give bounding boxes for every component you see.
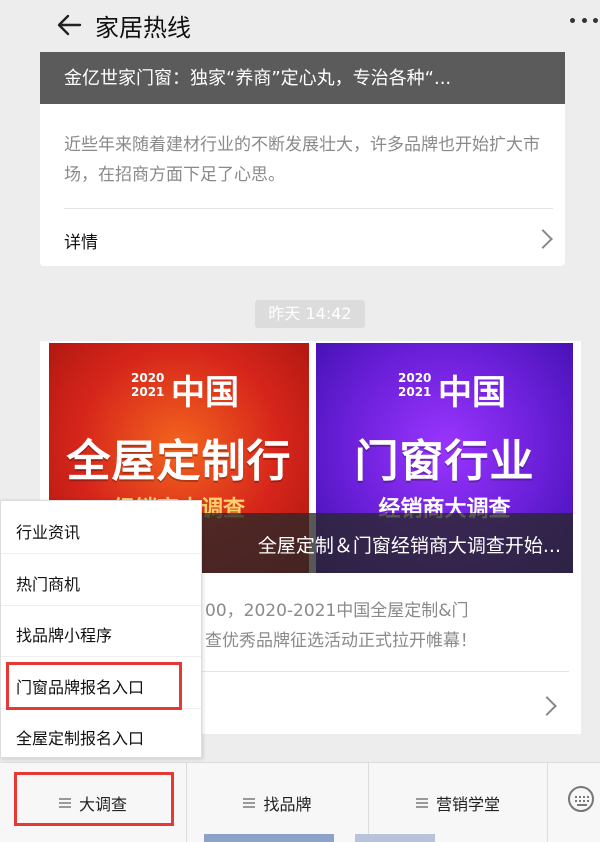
tab-label: 营销学堂 [435, 795, 500, 814]
article-card[interactable]: 金亿世家门窗：独家“养商”定心丸，专治各种“... 近些年来随着建材行业的不断发… [40, 52, 565, 266]
article-description: 近些年来随着建材行业的不断发展壮大，许多品牌也开始扩大市场，在招商方面下足了心思… [64, 135, 540, 185]
menu-item-custom-furniture-signup[interactable]: 全屋定制报名入口 [16, 725, 144, 749]
article-banner[interactable]: 金亿世家门窗：独家“养商”定心丸，专治各种“... [40, 52, 565, 104]
article-banner-title: 金亿世家门窗：独家“养商”定心丸，专治各种“... [64, 68, 452, 89]
page-title: 家居热线 [95, 14, 191, 42]
menu-item-industry-news[interactable]: 行业资讯 [16, 519, 80, 543]
tab-marketing-school[interactable]: 营销学堂 [369, 763, 547, 842]
divider [1, 553, 201, 554]
tab-find-brand[interactable]: 找品牌 [187, 763, 368, 842]
tab-label: 找品牌 [263, 795, 312, 814]
divider [547, 763, 548, 842]
poster-year-bottom: 2021 [131, 385, 165, 399]
menu-item-hot-opportunities[interactable]: 热门商机 [16, 571, 80, 595]
article-description: 00，2020-2021中国全屋定制&门 查优秀品牌征选活动正式拉开帷幕！ [205, 596, 575, 656]
poster-year-top: 2020 [398, 371, 432, 385]
poster-country: 中国 [171, 373, 239, 413]
poster-country: 中国 [438, 373, 506, 413]
poster-year-top: 2020 [131, 371, 165, 385]
chevron-right-icon [533, 229, 553, 249]
highlight-box [6, 662, 182, 710]
chevron-right-icon [537, 696, 557, 716]
article-description-line: 查优秀品牌征选活动正式拉开帷幕！ [205, 631, 477, 651]
back-arrow-icon[interactable] [54, 10, 84, 40]
poster-year-bottom: 2021 [398, 385, 432, 399]
poster-headline: 门窗行业 [354, 436, 535, 487]
submenu-popup: 行业资讯 热门商机 找品牌小程序 门窗品牌报名入口 全屋定制报名入口 [0, 500, 202, 758]
divider [1, 605, 201, 606]
divider [1, 656, 201, 657]
highlight-box [14, 772, 174, 826]
menu-lines-icon [415, 798, 428, 808]
menu-lines-icon [243, 798, 256, 808]
content-peek [204, 834, 334, 842]
article-caption: 全屋定制＆门窗经销商大调查开始... [257, 535, 561, 557]
article-description-line: 00，2020-2021中国全屋定制&门 [205, 601, 469, 621]
menu-item-brand-finder-miniprogram[interactable]: 找品牌小程序 [16, 622, 112, 646]
more-options-icon[interactable] [570, 18, 600, 28]
keyboard-icon[interactable] [568, 786, 594, 812]
divider [64, 208, 553, 209]
top-bar: 家居热线 [0, 0, 600, 52]
detail-link[interactable]: 详情 [64, 228, 98, 253]
message-timestamp: 昨天 14:42 [255, 300, 365, 328]
content-peek [355, 834, 435, 842]
